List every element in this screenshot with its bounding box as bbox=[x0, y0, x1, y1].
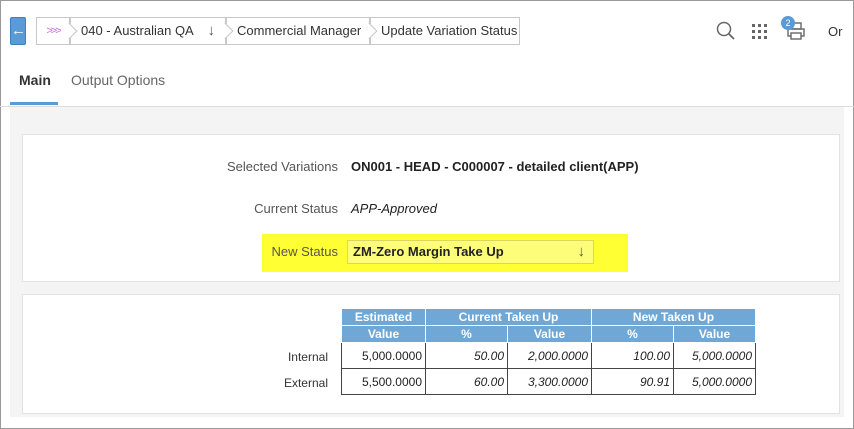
table-row: 5,500.0000 60.00 3,300.0000 90.91 5,000.… bbox=[341, 368, 756, 395]
new-status-label: New Status bbox=[271, 244, 338, 259]
search-icon[interactable] bbox=[715, 20, 737, 42]
cell-new-value[interactable]: 5,000.0000 bbox=[673, 342, 756, 369]
table-header-row: Estimated Current Taken Up New Taken Up bbox=[341, 308, 756, 326]
current-status-label: Current Status bbox=[254, 201, 338, 216]
chevron-down-icon[interactable]: ↓ bbox=[578, 241, 586, 263]
subheader-percent: % bbox=[591, 325, 674, 343]
taken-up-table: Estimated Current Taken Up New Taken Up … bbox=[341, 308, 756, 395]
selected-variations-value: ON001 - HEAD - C000007 - detailed client… bbox=[351, 159, 639, 174]
cell-current-percent[interactable]: 60.00 bbox=[425, 368, 508, 395]
table-row: 5,000.0000 50.00 2,000.0000 100.00 5,000… bbox=[341, 342, 756, 369]
print-count-badge: 2 bbox=[781, 16, 795, 30]
breadcrumb-page: Update Variation Status bbox=[370, 17, 520, 45]
user-menu[interactable]: Or bbox=[828, 24, 842, 39]
current-status-value: APP-Approved bbox=[351, 201, 437, 216]
subheader-value: Value bbox=[507, 325, 592, 343]
cell-current-value[interactable]: 2,000.0000 bbox=[507, 342, 592, 369]
row-label-internal: Internal bbox=[287, 350, 328, 364]
subheader-value: Value bbox=[673, 325, 756, 343]
selected-variations-label: Selected Variations bbox=[226, 159, 338, 174]
tab-bar: Main Output Options bbox=[0, 62, 854, 107]
cell-new-percent[interactable]: 100.00 bbox=[591, 342, 674, 369]
cell-new-value[interactable]: 5,000.0000 bbox=[673, 368, 756, 395]
tab-main[interactable]: Main bbox=[19, 72, 51, 88]
apps-grid-icon[interactable] bbox=[749, 20, 771, 42]
subheader-percent: % bbox=[425, 325, 508, 343]
top-bar: ← >>> 040 - Australian QA ↓ Commercial M… bbox=[0, 0, 854, 62]
breadcrumb-home[interactable]: >>> bbox=[36, 17, 70, 45]
header-estimated: Estimated bbox=[341, 308, 426, 326]
new-status-select[interactable]: ZM-Zero Margin Take Up ↓ bbox=[347, 240, 594, 264]
active-tab-indicator bbox=[10, 102, 58, 105]
header-new-taken-up: New Taken Up bbox=[591, 308, 756, 326]
row-label-external: External bbox=[283, 376, 328, 390]
header-current-taken-up: Current Taken Up bbox=[425, 308, 592, 326]
breadcrumb-company-label: 040 - Australian QA bbox=[81, 23, 194, 38]
tab-output-options[interactable]: Output Options bbox=[71, 72, 165, 88]
new-status-value: ZM-Zero Margin Take Up bbox=[353, 244, 504, 259]
cell-estimated-value[interactable]: 5,500.0000 bbox=[341, 368, 426, 395]
cell-estimated-value[interactable]: 5,000.0000 bbox=[341, 342, 426, 369]
chevron-down-icon[interactable]: ↓ bbox=[208, 18, 216, 44]
cell-current-percent[interactable]: 50.00 bbox=[425, 342, 508, 369]
back-button[interactable]: ← bbox=[10, 17, 26, 45]
breadcrumb-company[interactable]: 040 - Australian QA ↓ bbox=[70, 17, 226, 45]
breadcrumb-module[interactable]: Commercial Manager bbox=[226, 17, 370, 45]
table-subheader-row: Value % Value % Value bbox=[341, 325, 756, 343]
cell-current-value[interactable]: 3,300.0000 bbox=[507, 368, 592, 395]
cell-new-percent[interactable]: 90.91 bbox=[591, 368, 674, 395]
subheader-value: Value bbox=[341, 325, 426, 343]
